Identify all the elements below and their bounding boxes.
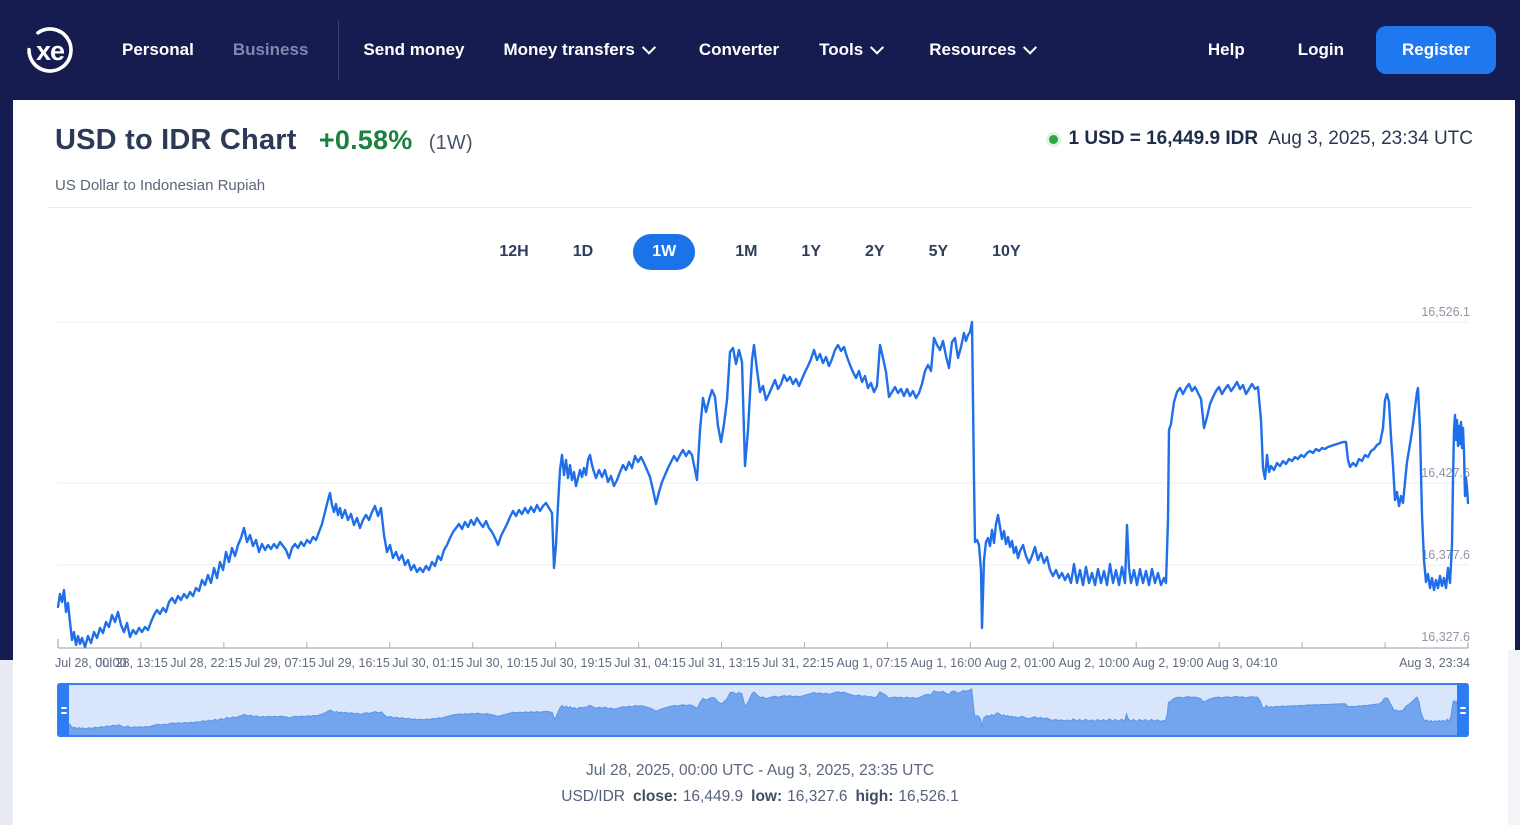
right-background-strip [1515, 100, 1520, 650]
page: xe Personal Business Send money Money tr… [0, 0, 1520, 825]
nav-item-resources[interactable]: Resources [929, 40, 1035, 60]
nav-item-tools[interactable]: Tools [819, 40, 882, 60]
minimap-area [59, 689, 1467, 735]
y-axis-tick-label: 16,526.1 [1421, 305, 1470, 319]
chevron-down-icon [870, 40, 884, 54]
low-value: 16,327.6 [787, 788, 847, 805]
xe-logo[interactable]: xe [20, 20, 80, 80]
x-axis-tick-label: Jul 31, 22:15 [762, 656, 834, 670]
nav-item-help[interactable]: Help [1208, 40, 1245, 60]
low-label: low: [751, 788, 782, 805]
nav-item-label: Resources [929, 40, 1016, 60]
top-navbar: xe Personal Business Send money Money tr… [0, 0, 1520, 100]
nav-divider [338, 21, 339, 79]
chevron-down-icon [1023, 40, 1037, 54]
x-axis-tick-label: Aug 2, 19:00 [1133, 656, 1204, 670]
x-axis-tick-label: Jul 30, 01:15 [392, 656, 464, 670]
x-axis-tick-label: Jul 31, 13:15 [688, 656, 760, 670]
x-axis-tick-label: Aug 1, 07:15 [837, 656, 908, 670]
x-axis-tick-label: Aug 2, 01:00 [985, 656, 1056, 670]
x-axis-tick-label: Aug 3, 04:10 [1207, 656, 1278, 670]
high-label: high: [856, 788, 894, 805]
nav-item-personal[interactable]: Personal [122, 40, 194, 60]
chart-stats: USD/IDR close: 16,449.9 low: 16,327.6 high:16… [0, 788, 1520, 806]
x-axis-tick-label: Jul 29, 16:15 [318, 656, 390, 670]
y-axis-tick-label: 16,327.6 [1421, 630, 1470, 644]
y-axis-tick-label: 16,377.6 [1421, 548, 1470, 562]
register-button[interactable]: Register [1376, 26, 1496, 74]
pair-label: USD/IDR [561, 788, 625, 805]
nav-item-business[interactable]: Business [233, 40, 309, 60]
left-background-strip [0, 100, 13, 660]
slider-handle-right[interactable] [1457, 683, 1468, 737]
x-axis-tick-label: Aug 2, 10:00 [1059, 656, 1130, 670]
left-background-strip-lower [0, 660, 13, 825]
chart-date-range: Jul 28, 2025, 00:00 UTC - Aug 3, 2025, 2… [0, 762, 1520, 780]
x-axis-tick-label: Jul 30, 10:15 [466, 656, 538, 670]
rate-line [58, 322, 1468, 647]
chart-range-slider[interactable] [57, 683, 1469, 737]
minimap-area-chart [59, 685, 1467, 735]
x-axis-tick-label: Jul 28, 13:15 [96, 656, 168, 670]
nav-item-label: Tools [819, 40, 863, 60]
right-background-strip-lower [1508, 650, 1520, 825]
slider-handle-left[interactable] [58, 683, 69, 737]
nav-item-login[interactable]: Login [1298, 40, 1344, 60]
x-axis-tick-label: Jul 28, 22:15 [170, 656, 242, 670]
nav-item-converter[interactable]: Converter [699, 40, 779, 60]
close-value: 16,449.9 [683, 788, 743, 805]
rate-line-chart[interactable]: Jul 28, 00:00Jul 28, 13:15Jul 28, 22:15J… [0, 0, 1520, 690]
y-axis-tick-label: 16,427.6 [1421, 466, 1470, 480]
xe-logo-text: xe [36, 36, 65, 66]
x-axis-tick-label: Jul 30, 19:15 [540, 656, 612, 670]
nav-item-label: Money transfers [504, 40, 635, 60]
high-value: 16,526.1 [898, 788, 958, 805]
chevron-down-icon [642, 40, 656, 54]
x-axis-tick-label: Aug 3, 23:34 [1399, 656, 1470, 670]
nav-item-money-transfers[interactable]: Money transfers [504, 40, 654, 60]
x-axis-tick-label: Jul 29, 07:15 [244, 656, 316, 670]
close-label: close: [633, 788, 678, 805]
x-axis-tick-label: Aug 1, 16:00 [911, 656, 982, 670]
x-axis-tick-label: Jul 31, 04:15 [614, 656, 686, 670]
nav-item-send-money[interactable]: Send money [363, 40, 464, 60]
